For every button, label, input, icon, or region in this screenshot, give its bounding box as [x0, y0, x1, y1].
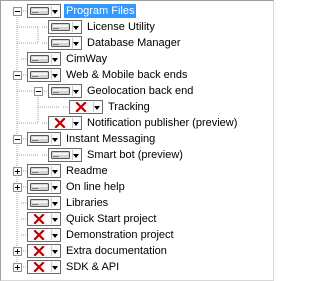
chevron-down-icon	[94, 106, 100, 110]
install-option-dropdown[interactable]	[27, 196, 61, 210]
install-option-dropdown[interactable]	[27, 52, 61, 66]
feature-label[interactable]: On line help	[64, 180, 127, 194]
feature-label[interactable]: Geolocation back end	[85, 84, 195, 98]
expand-toggle[interactable]	[13, 183, 22, 192]
install-option-dropdown[interactable]	[69, 100, 103, 114]
chevron-down-icon	[52, 234, 58, 238]
feature-row: Geolocation back end	[1, 84, 273, 100]
feature-row: Smart bot (preview)	[1, 148, 273, 164]
chevron-down-icon	[52, 186, 58, 190]
collapse-toggle[interactable]	[13, 135, 22, 144]
feature-row: CimWay	[1, 52, 273, 68]
feature-label[interactable]: Libraries	[64, 196, 110, 210]
chevron-down-icon	[52, 202, 58, 206]
install-option-dropdown[interactable]	[48, 36, 82, 50]
feature-label[interactable]: CimWay	[64, 52, 109, 66]
chevron-down-icon	[52, 170, 58, 174]
collapse-toggle[interactable]	[13, 71, 22, 80]
feature-label[interactable]: Quick Start project	[64, 212, 158, 226]
chevron-down-icon	[73, 90, 79, 94]
install-option-dropdown[interactable]	[27, 164, 61, 178]
feature-label[interactable]: Instant Messaging	[64, 132, 157, 146]
chevron-down-icon	[52, 10, 58, 14]
install-option-dropdown[interactable]	[48, 20, 82, 34]
feature-row: License Utility	[1, 20, 273, 36]
feature-row: Web & Mobile back ends	[1, 68, 273, 84]
feature-label[interactable]: Extra documentation	[64, 244, 169, 258]
install-option-dropdown[interactable]	[27, 212, 61, 226]
feature-row: SDK & API	[1, 260, 273, 276]
chevron-down-icon	[73, 122, 79, 126]
feature-label[interactable]: Smart bot (preview)	[85, 148, 185, 162]
expand-toggle[interactable]	[13, 167, 22, 176]
feature-row: Readme	[1, 164, 273, 180]
feature-row: Program Files	[1, 4, 273, 20]
chevron-down-icon	[73, 154, 79, 158]
feature-label[interactable]: SDK & API	[64, 260, 121, 274]
install-option-dropdown[interactable]	[48, 116, 82, 130]
feature-row: Quick Start project	[1, 212, 273, 228]
feature-row: Notification publisher (preview)	[1, 116, 273, 132]
collapse-toggle[interactable]	[34, 87, 43, 96]
feature-tree: Program Files License Utility Database Man…	[0, 0, 274, 281]
chevron-down-icon	[52, 250, 58, 254]
install-option-dropdown[interactable]	[27, 228, 61, 242]
chevron-down-icon	[73, 42, 79, 46]
install-option-dropdown[interactable]	[27, 68, 61, 82]
chevron-down-icon	[52, 266, 58, 270]
install-option-dropdown[interactable]	[27, 132, 61, 146]
feature-label[interactable]: Web & Mobile back ends	[64, 68, 189, 82]
install-option-dropdown[interactable]	[48, 148, 82, 162]
install-option-dropdown[interactable]	[27, 180, 61, 194]
install-option-dropdown[interactable]	[27, 260, 61, 274]
install-option-dropdown[interactable]	[48, 84, 82, 98]
chevron-down-icon	[52, 138, 58, 142]
chevron-down-icon	[73, 26, 79, 30]
feature-row: Extra documentation	[1, 244, 273, 260]
feature-label[interactable]: Notification publisher (preview)	[85, 116, 239, 130]
feature-label[interactable]: Tracking	[106, 100, 152, 114]
expand-toggle[interactable]	[13, 263, 22, 272]
feature-row: Demonstration project	[1, 228, 273, 244]
feature-row: Libraries	[1, 196, 273, 212]
chevron-down-icon	[52, 74, 58, 78]
chevron-down-icon	[52, 218, 58, 222]
feature-label[interactable]: Readme	[64, 164, 110, 178]
feature-label[interactable]: Demonstration project	[64, 228, 176, 242]
expand-toggle[interactable]	[13, 247, 22, 256]
feature-row: Database Manager	[1, 36, 273, 52]
install-option-dropdown[interactable]	[27, 4, 61, 18]
feature-row: Tracking	[1, 100, 273, 116]
collapse-toggle[interactable]	[13, 7, 22, 16]
feature-label[interactable]: Database Manager	[85, 36, 183, 50]
feature-label[interactable]: License Utility	[85, 20, 157, 34]
install-option-dropdown[interactable]	[27, 244, 61, 258]
chevron-down-icon	[52, 58, 58, 62]
feature-row: On line help	[1, 180, 273, 196]
feature-label[interactable]: Program Files	[64, 4, 137, 18]
feature-row: Instant Messaging	[1, 132, 273, 148]
